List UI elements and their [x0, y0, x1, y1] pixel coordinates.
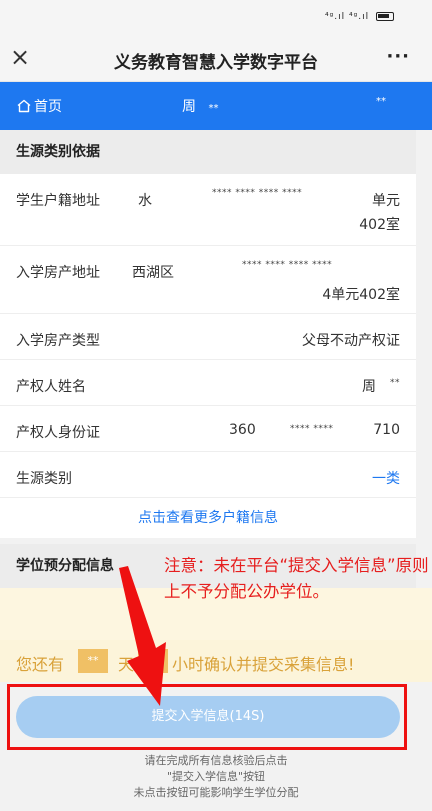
- row-value-part: 4单元402室: [322, 287, 400, 303]
- hint-line: 请在完成所有信息核验后点击: [144, 754, 288, 767]
- row-value-part: 402室: [359, 217, 400, 233]
- home-link[interactable]: 首页: [16, 96, 62, 116]
- status-bar: ⁴ᵍ.ıl ⁴ᵍ.ıl: [0, 0, 432, 36]
- row-household-address: 学生户籍地址 水 **** **** **** **** 单元 402室: [0, 174, 416, 246]
- row-value-part: 单元: [372, 193, 400, 209]
- countdown-prefix: 您还有: [16, 655, 65, 674]
- more-icon[interactable]: ···: [386, 46, 410, 67]
- row-value-masked: **** ****: [290, 424, 334, 434]
- countdown-bar: 您还有 ** 天 小时确认并提交采集信息!: [0, 640, 432, 682]
- row-value-part: 水: [138, 193, 152, 209]
- row-label: 生源类别: [16, 471, 72, 487]
- row-label: 产权人姓名: [16, 379, 86, 395]
- countdown-mid: 天: [118, 655, 135, 674]
- countdown-suffix: 小时确认并提交采集信息!: [172, 655, 355, 674]
- countdown-days-box: **: [78, 649, 108, 673]
- row-value-masked: **** **** **** ****: [212, 188, 303, 198]
- section-header-source: 生源类别依据: [0, 130, 416, 174]
- row-value-part: 710: [373, 422, 400, 438]
- nav-bar: × 义务教育智慧入学数字平台 ···: [0, 36, 432, 82]
- annotation-note: 注意：未在平台“提交入学信息”原则上不予分配公办学位。: [164, 556, 429, 601]
- home-icon: [17, 99, 31, 113]
- row-value: 周: [362, 379, 376, 395]
- student-id-masked: **: [376, 96, 386, 107]
- home-label: 首页: [34, 99, 62, 115]
- more-household-info-link[interactable]: 点击查看更多户籍信息: [0, 498, 416, 538]
- countdown-hours-box: [138, 649, 168, 673]
- row-label: 入学房产地址: [16, 265, 100, 281]
- student-header-bar: 首页 周 ** **: [0, 82, 432, 130]
- battery-icon: [376, 12, 394, 21]
- row-label: 产权人身份证: [16, 425, 100, 441]
- row-value-masked: **: [390, 378, 400, 388]
- row-value-part: 360: [229, 422, 256, 438]
- signal-icon: ⁴ᵍ.ıl ⁴ᵍ.ıl: [325, 12, 394, 22]
- section-title: 生源类别依据: [0, 130, 416, 174]
- row-label: 入学房产类型: [16, 333, 100, 349]
- row-label: 学生户籍地址: [16, 193, 100, 209]
- row-value-part: 西湖区: [132, 265, 174, 281]
- student-name: 周 **: [182, 96, 218, 116]
- row-property-type: 入学房产类型 父母不动产权证: [0, 314, 416, 360]
- row-value: 父母不动产权证: [302, 333, 400, 349]
- row-owner-id: 产权人身份证 360 **** **** 710: [0, 406, 416, 452]
- student-name-masked: **: [208, 103, 219, 114]
- student-name-surname: 周: [182, 99, 196, 115]
- hint-line: 未点击按钮可能影响学生学位分配: [133, 786, 299, 799]
- hint-line: "提交入学信息"按钮: [166, 770, 266, 783]
- row-source-category: 生源类别 一类: [0, 452, 416, 498]
- row-value-masked: **** **** **** ****: [242, 260, 333, 270]
- row-owner-name: 产权人姓名 周 **: [0, 360, 416, 406]
- submit-button[interactable]: 提交入学信息(14S): [16, 696, 400, 738]
- signal-text: ⁴ᵍ.ıl ⁴ᵍ.ıl: [325, 12, 370, 22]
- row-property-address: 入学房产地址 西湖区 **** **** **** **** 4单元402室: [0, 246, 416, 314]
- row-value: 一类: [372, 471, 400, 487]
- page-title: 义务教育智慧入学数字平台: [114, 53, 318, 73]
